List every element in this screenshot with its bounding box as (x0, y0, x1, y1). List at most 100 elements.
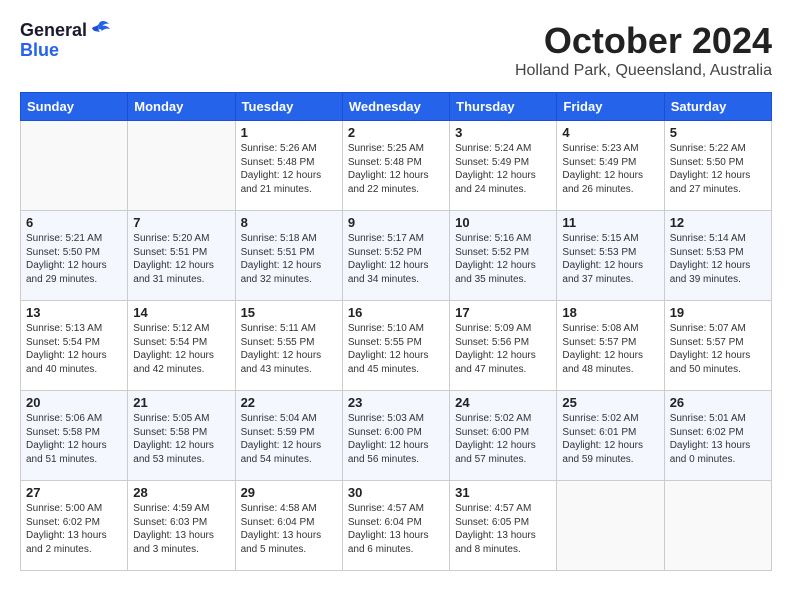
weekday-header-tuesday: Tuesday (235, 93, 342, 121)
day-info: Sunrise: 4:57 AM Sunset: 6:05 PM Dayligh… (455, 502, 551, 556)
calendar-cell: 13Sunrise: 5:13 AM Sunset: 5:54 PM Dayli… (21, 301, 128, 391)
calendar-week-row: 1Sunrise: 5:26 AM Sunset: 5:48 PM Daylig… (21, 121, 772, 211)
day-info: Sunrise: 5:12 AM Sunset: 5:54 PM Dayligh… (133, 322, 229, 376)
weekday-header-saturday: Saturday (664, 93, 771, 121)
calendar-cell: 15Sunrise: 5:11 AM Sunset: 5:55 PM Dayli… (235, 301, 342, 391)
day-info: Sunrise: 5:25 AM Sunset: 5:48 PM Dayligh… (348, 142, 444, 196)
day-info: Sunrise: 4:57 AM Sunset: 6:04 PM Dayligh… (348, 502, 444, 556)
day-info: Sunrise: 5:15 AM Sunset: 5:53 PM Dayligh… (562, 232, 658, 286)
weekday-header-row: SundayMondayTuesdayWednesdayThursdayFrid… (21, 93, 772, 121)
calendar-cell: 6Sunrise: 5:21 AM Sunset: 5:50 PM Daylig… (21, 211, 128, 301)
day-number: 26 (670, 395, 766, 410)
calendar-cell: 26 Sunrise: 5:01 AM Sunset: 6:02 PM Dayli… (664, 391, 771, 481)
weekday-header-wednesday: Wednesday (342, 93, 449, 121)
calendar-cell: 29 Sunrise: 4:58 AM Sunset: 6:04 PM Dayli… (235, 481, 342, 571)
day-info: Sunrise: 5:16 AM Sunset: 5:52 PM Dayligh… (455, 232, 551, 286)
weekday-header-thursday: Thursday (450, 93, 557, 121)
day-number: 12 (670, 215, 766, 230)
day-info: Sunrise: 5:24 AM Sunset: 5:49 PM Dayligh… (455, 142, 551, 196)
calendar-cell: 3 Sunrise: 5:24 AM Sunset: 5:49 PM Daylig… (450, 121, 557, 211)
day-info: Sunrise: 5:03 AM Sunset: 6:00 PM Dayligh… (348, 412, 444, 466)
calendar-cell: 19 Sunrise: 5:07 AM Sunset: 5:57 PM Dayli… (664, 301, 771, 391)
day-info: Sunrise: 4:58 AM Sunset: 6:04 PM Dayligh… (241, 502, 337, 556)
calendar-cell: 4 Sunrise: 5:23 AM Sunset: 5:49 PM Daylig… (557, 121, 664, 211)
day-info: Sunrise: 5:22 AM Sunset: 5:50 PM Dayligh… (670, 142, 766, 196)
calendar-cell: 18 Sunrise: 5:08 AM Sunset: 5:57 PM Dayli… (557, 301, 664, 391)
day-number: 23 (348, 395, 444, 410)
day-info: Sunrise: 5:06 AM Sunset: 5:58 PM Dayligh… (26, 412, 122, 466)
day-number: 17 (455, 305, 551, 320)
day-number: 18 (562, 305, 658, 320)
day-number: 19 (670, 305, 766, 320)
day-info: Sunrise: 5:02 AM Sunset: 6:00 PM Dayligh… (455, 412, 551, 466)
weekday-header-monday: Monday (128, 93, 235, 121)
day-number: 22 (241, 395, 337, 410)
day-info: Sunrise: 5:00 AM Sunset: 6:02 PM Dayligh… (26, 502, 122, 556)
day-info: Sunrise: 5:08 AM Sunset: 5:57 PM Dayligh… (562, 322, 658, 376)
day-number: 8 (241, 215, 337, 230)
day-number: 14 (133, 305, 229, 320)
weekday-header-sunday: Sunday (21, 93, 128, 121)
day-number: 3 (455, 125, 551, 140)
calendar-cell: 1Sunrise: 5:26 AM Sunset: 5:48 PM Daylig… (235, 121, 342, 211)
day-number: 31 (455, 485, 551, 500)
title-block: October 2024 Holland Park, Queensland, A… (20, 20, 772, 80)
weekday-header-friday: Friday (557, 93, 664, 121)
day-info: Sunrise: 5:21 AM Sunset: 5:50 PM Dayligh… (26, 232, 122, 286)
day-info: Sunrise: 5:09 AM Sunset: 5:56 PM Dayligh… (455, 322, 551, 376)
calendar-cell: 8 Sunrise: 5:18 AM Sunset: 5:51 PM Daylig… (235, 211, 342, 301)
day-number: 2 (348, 125, 444, 140)
day-number: 7 (133, 215, 229, 230)
calendar-week-row: 13Sunrise: 5:13 AM Sunset: 5:54 PM Dayli… (21, 301, 772, 391)
day-info: Sunrise: 5:13 AM Sunset: 5:54 PM Dayligh… (26, 322, 122, 376)
day-info: Sunrise: 5:10 AM Sunset: 5:55 PM Dayligh… (348, 322, 444, 376)
logo-general: General (20, 21, 87, 41)
day-number: 4 (562, 125, 658, 140)
day-number: 30 (348, 485, 444, 500)
location-subtitle: Holland Park, Queensland, Australia (20, 62, 772, 80)
month-year-title: October 2024 (20, 20, 772, 62)
day-number: 21 (133, 395, 229, 410)
logo-bird-icon (89, 20, 111, 43)
day-info: Sunrise: 5:01 AM Sunset: 6:02 PM Dayligh… (670, 412, 766, 466)
calendar-cell: 16 Sunrise: 5:10 AM Sunset: 5:55 PM Dayli… (342, 301, 449, 391)
calendar-cell: 20 Sunrise: 5:06 AM Sunset: 5:58 PM Dayli… (21, 391, 128, 481)
day-info: Sunrise: 5:20 AM Sunset: 5:51 PM Dayligh… (133, 232, 229, 286)
calendar-cell: 5Sunrise: 5:22 AM Sunset: 5:50 PM Daylig… (664, 121, 771, 211)
calendar-cell: 23 Sunrise: 5:03 AM Sunset: 6:00 PM Dayli… (342, 391, 449, 481)
calendar-cell: 11Sunrise: 5:15 AM Sunset: 5:53 PM Dayli… (557, 211, 664, 301)
day-info: Sunrise: 5:14 AM Sunset: 5:53 PM Dayligh… (670, 232, 766, 286)
calendar-cell (557, 481, 664, 571)
calendar-table: SundayMondayTuesdayWednesdayThursdayFrid… (20, 92, 772, 571)
day-info: Sunrise: 5:07 AM Sunset: 5:57 PM Dayligh… (670, 322, 766, 376)
day-number: 1 (241, 125, 337, 140)
calendar-cell: 31 Sunrise: 4:57 AM Sunset: 6:05 PM Dayli… (450, 481, 557, 571)
day-number: 10 (455, 215, 551, 230)
day-info: Sunrise: 4:59 AM Sunset: 6:03 PM Dayligh… (133, 502, 229, 556)
day-number: 20 (26, 395, 122, 410)
calendar-cell: 22 Sunrise: 5:04 AM Sunset: 5:59 PM Dayli… (235, 391, 342, 481)
calendar-cell: 27Sunrise: 5:00 AM Sunset: 6:02 PM Dayli… (21, 481, 128, 571)
day-info: Sunrise: 5:04 AM Sunset: 5:59 PM Dayligh… (241, 412, 337, 466)
day-info: Sunrise: 5:05 AM Sunset: 5:58 PM Dayligh… (133, 412, 229, 466)
calendar-cell: 12 Sunrise: 5:14 AM Sunset: 5:53 PM Dayli… (664, 211, 771, 301)
calendar-cell: 17 Sunrise: 5:09 AM Sunset: 5:56 PM Dayli… (450, 301, 557, 391)
day-number: 29 (241, 485, 337, 500)
calendar-cell: 2 Sunrise: 5:25 AM Sunset: 5:48 PM Daylig… (342, 121, 449, 211)
calendar-cell (21, 121, 128, 211)
calendar-cell (128, 121, 235, 211)
day-number: 15 (241, 305, 337, 320)
day-number: 28 (133, 485, 229, 500)
calendar-cell: 21 Sunrise: 5:05 AM Sunset: 5:58 PM Dayli… (128, 391, 235, 481)
calendar-cell: 28 Sunrise: 4:59 AM Sunset: 6:03 PM Dayli… (128, 481, 235, 571)
calendar-week-row: 6Sunrise: 5:21 AM Sunset: 5:50 PM Daylig… (21, 211, 772, 301)
calendar-cell: 14 Sunrise: 5:12 AM Sunset: 5:54 PM Dayli… (128, 301, 235, 391)
day-info: Sunrise: 5:18 AM Sunset: 5:51 PM Dayligh… (241, 232, 337, 286)
calendar-cell: 30 Sunrise: 4:57 AM Sunset: 6:04 PM Dayli… (342, 481, 449, 571)
day-number: 9 (348, 215, 444, 230)
calendar-cell: 10 Sunrise: 5:16 AM Sunset: 5:52 PM Dayli… (450, 211, 557, 301)
calendar-cell: 24Sunrise: 5:02 AM Sunset: 6:00 PM Dayli… (450, 391, 557, 481)
calendar-week-row: 20 Sunrise: 5:06 AM Sunset: 5:58 PM Dayli… (21, 391, 772, 481)
day-number: 16 (348, 305, 444, 320)
day-info: Sunrise: 5:23 AM Sunset: 5:49 PM Dayligh… (562, 142, 658, 196)
